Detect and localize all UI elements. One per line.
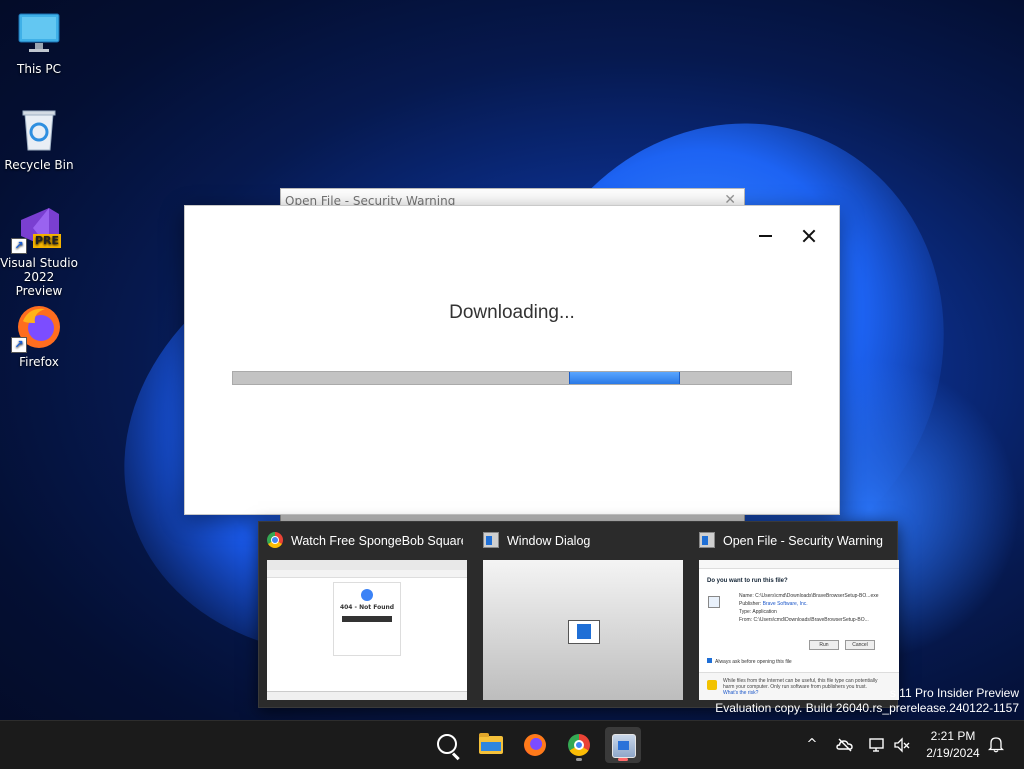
running-indicator (618, 758, 628, 761)
from-value: C:\Users\cmd\Downloads\BraveBrowserSetup… (753, 617, 869, 623)
thumbnail-preview: 404 - Not Found (267, 560, 467, 700)
notification-bell-icon[interactable] (987, 735, 1005, 753)
file-icon (708, 596, 720, 608)
warning-text: While files from the Internet can be use… (723, 678, 878, 690)
name-value: C:\Users\cmd\Downloads\BraveBrowserSetup… (755, 593, 879, 599)
taskbar-thumbnail-panel: Watch Free SpongeBob Square... 404 - Not… (258, 521, 899, 708)
network-icon[interactable] (868, 736, 886, 754)
window-icon (699, 532, 715, 548)
thumbnail-chrome[interactable]: Watch Free SpongeBob Square... 404 - Not… (259, 522, 471, 707)
clock-time: 2:21 PM (930, 729, 976, 743)
system-clock[interactable]: 2:21 PM 2/19/2024 (918, 728, 988, 762)
visual-studio-icon: PRE ↗ (11, 204, 63, 254)
error-heading: 404 - Not Found (339, 604, 395, 611)
desktop-icon-label: Firefox (19, 355, 59, 369)
thumbnail-preview: Do you want to run this file? Name: C:\U… (699, 560, 899, 700)
desktop-icon-this-pc[interactable]: This PC (0, 10, 78, 76)
desktop-icon-label: Recycle Bin (4, 158, 74, 172)
monitor-icon (15, 10, 63, 58)
search-icon (437, 734, 457, 754)
thumbnail-preview (483, 560, 683, 700)
desktop-icon-firefox[interactable]: ↗ Firefox (0, 303, 78, 369)
clock-date: 2/19/2024 (926, 746, 980, 760)
preview-question: Do you want to run this file? (707, 578, 788, 584)
preview-badge: PRE (33, 234, 62, 248)
cancel-button: Cancel (845, 640, 875, 650)
from-label: From: (739, 617, 753, 623)
downloading-window[interactable]: Downloading... (184, 205, 840, 515)
close-button[interactable] (795, 222, 823, 250)
window-icon (568, 620, 600, 644)
running-indicator (576, 758, 582, 761)
thumbnail-window-dialog[interactable]: Window Dialog (475, 522, 687, 707)
recycle-bin-icon (15, 106, 63, 154)
chrome-icon (568, 734, 590, 756)
warning-panel: While files from the Internet can be use… (699, 672, 899, 700)
minimize-button[interactable] (752, 222, 780, 250)
progress-bar-fill (569, 372, 680, 384)
thumbnail-title: Watch Free SpongeBob Square... (291, 534, 463, 548)
publisher-label: Publisher: (739, 601, 762, 607)
watermark-line-2: Evaluation copy. Build 26040.rs_prerelea… (715, 701, 1019, 715)
watermark-line-1: s 11 Pro Insider Preview (889, 686, 1019, 700)
shortcut-arrow-icon: ↗ (11, 238, 27, 254)
desktop-icon-label: Visual Studio 2022 Preview (0, 256, 78, 298)
desktop-icon-visual-studio[interactable]: PRE ↗ Visual Studio 2022 Preview (0, 204, 78, 298)
chrome-icon (267, 532, 283, 548)
always-ask-checkbox: Always ask before opening this file (707, 658, 792, 665)
folder-icon (479, 733, 503, 754)
error-card: 404 - Not Found (333, 582, 401, 656)
risk-link: What's the risk? (723, 690, 759, 696)
checkbox-label: Always ask before opening this file (715, 659, 792, 665)
run-button: Run (809, 640, 839, 650)
shield-icon (707, 680, 717, 690)
type-value: Application (752, 609, 777, 615)
setup-icon (612, 734, 636, 758)
taskbar-firefox-button[interactable] (517, 727, 553, 763)
downloading-title: Downloading... (449, 302, 575, 323)
progress-bar (232, 371, 792, 385)
thumbnail-title: Open File - Security Warning (723, 534, 884, 548)
type-label: Type: (739, 609, 752, 615)
shortcut-arrow-icon: ↗ (11, 337, 27, 353)
firefox-icon: ↗ (11, 303, 63, 353)
thumbnail-security-warning[interactable]: Open File - Security Warning Do you want… (691, 522, 903, 707)
show-hidden-icons-chevron-icon[interactable]: ^ (803, 736, 821, 754)
taskbar-search-button[interactable] (429, 727, 465, 763)
desktop-icon-label: This PC (17, 62, 61, 76)
taskbar-setup-button[interactable] (605, 727, 641, 763)
onedrive-icon[interactable] (836, 736, 854, 754)
publisher-value: Brave Software, Inc. (762, 601, 808, 607)
desktop-icon-recycle-bin[interactable]: Recycle Bin (0, 106, 78, 172)
thumbnail-title: Window Dialog (507, 534, 591, 548)
taskbar-file-explorer-button[interactable] (473, 727, 509, 763)
window-icon (483, 532, 499, 548)
taskbar: ^ 2:21 PM 2/19/2024 (0, 720, 1024, 769)
name-label: Name: (739, 593, 754, 599)
taskbar-chrome-button[interactable] (561, 727, 597, 763)
volume-muted-icon[interactable] (893, 736, 911, 754)
firefox-icon (524, 734, 546, 756)
